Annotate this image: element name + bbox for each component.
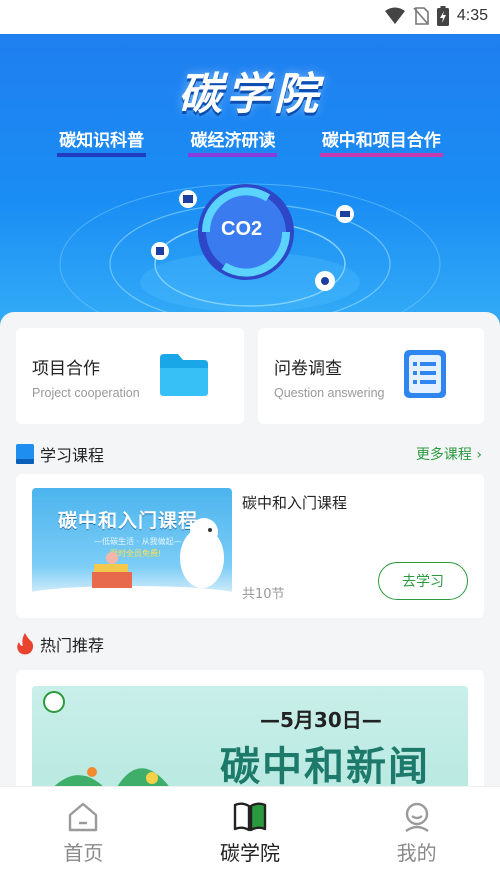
- status-bar: 4:35: [0, 0, 500, 34]
- tab-home[interactable]: 首页: [0, 787, 167, 888]
- section-title-text: 学习课程: [40, 446, 105, 465]
- more-courses-label: 更多课程: [415, 447, 472, 463]
- start-learning-button[interactable]: 去学习: [378, 562, 468, 600]
- card-subtitle: Question answering: [274, 386, 385, 400]
- co2-badge-text: CO2: [221, 218, 263, 240]
- card-subtitle: Project cooperation: [32, 386, 140, 400]
- section-title-text: 热门推荐: [40, 636, 105, 655]
- news-date: —5月30日—: [260, 708, 382, 732]
- chevron-right-icon: ›: [476, 447, 482, 463]
- no-sim-icon: [413, 7, 429, 25]
- project-cooperation-card[interactable]: 项目合作 Project cooperation: [16, 328, 244, 424]
- hero-title: 碳学院: [178, 69, 322, 120]
- course-name: 碳中和入门课程: [242, 494, 348, 512]
- book-section-icon: [16, 444, 34, 464]
- questionnaire-list-icon: [404, 350, 446, 398]
- more-courses-link[interactable]: 更多课程 ›: [416, 444, 482, 464]
- profile-icon: [404, 802, 429, 832]
- course-card[interactable]: 碳中和入门课程 —低碳生活 · 从我做起— 限时全员免费! 碳中和入门课程 共1…: [16, 474, 484, 618]
- tab-academy[interactable]: 碳学院: [167, 787, 334, 888]
- card-title: 项目合作: [32, 359, 100, 379]
- hot-section-title: 热门推荐: [16, 632, 104, 656]
- news-title: 碳中和新闻: [220, 744, 430, 790]
- courses-section-title: 学习课程: [16, 442, 104, 466]
- tab-label: 我的: [396, 841, 437, 865]
- tab-label: 碳学院: [220, 841, 280, 865]
- tab-label: 首页: [63, 841, 104, 865]
- questionnaire-card[interactable]: 问卷调查 Question answering: [258, 328, 484, 424]
- book-icon: [233, 802, 267, 832]
- bottom-tab-bar: 首页 碳学院 我的: [0, 786, 500, 888]
- battery-charging-icon: [436, 6, 449, 26]
- card-title: 问卷调查: [274, 359, 342, 379]
- home-icon: [69, 802, 98, 832]
- course-thumbnail: 碳中和入门课程 —低碳生活 · 从我做起— 限时全员免费!: [32, 488, 232, 600]
- tab-profile[interactable]: 我的: [333, 787, 500, 888]
- wifi-icon: [384, 7, 405, 24]
- fire-icon: [17, 633, 34, 655]
- thumbnail-illustration: [32, 518, 232, 600]
- lesson-count: 共10节: [242, 587, 285, 602]
- folder-icon: [160, 354, 208, 396]
- clock: 4:35: [456, 7, 488, 24]
- content-sheet: 项目合作 Project cooperation 问卷调查 Question a…: [0, 312, 500, 816]
- hero-banner[interactable]: 碳学院 碳知识科普 碳经济研读 碳中和项目合作 CO2: [0, 34, 500, 334]
